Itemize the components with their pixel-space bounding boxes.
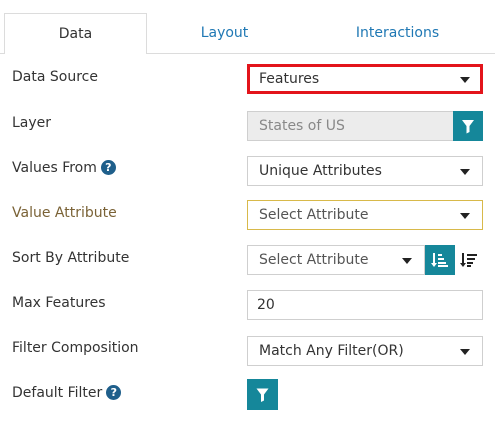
tab-interactions[interactable]: Interactions [305,13,490,53]
layer-filter-button[interactable] [453,111,483,141]
value-attribute-select[interactable]: Select Attribute [247,200,483,230]
values-from-label: Values From? [12,160,116,176]
data-source-label: Data Source [12,69,98,85]
help-circle-icon[interactable]: ? [106,385,122,400]
layer-label: Layer [12,115,52,131]
values-from-value: Unique Attributes [259,163,382,179]
values-from-select[interactable]: Unique Attributes [247,156,483,186]
sort-by-attribute-select[interactable]: Select Attribute [247,245,425,275]
layer-value: States of US [259,118,345,134]
sort-descending-icon [460,253,477,267]
max-features-label: Max Features [12,295,106,311]
caret-down-icon [460,169,470,175]
value-attribute-label: Value Attribute [12,205,117,221]
max-features-input[interactable] [247,290,483,320]
caret-down-icon [460,77,470,83]
funnel-icon [256,388,269,402]
tab-layout[interactable]: Layout [154,13,295,53]
sort-by-attribute-label: Sort By Attribute [12,250,130,266]
sort-by-attribute-placeholder: Select Attribute [259,252,369,268]
filter-composition-label: Filter Composition [12,340,139,356]
default-filter-button[interactable] [247,379,278,410]
caret-down-icon [402,258,412,264]
layer-select: States of US [247,111,455,141]
sort-ascending-icon [431,253,448,267]
default-filter-label-text: Default Filter [12,385,103,401]
values-from-label-text: Values From [12,160,97,176]
settings-tabs: Data Layout Interactions [0,0,495,54]
data-source-value: Features [259,71,320,87]
filter-composition-select[interactable]: Match Any Filter(OR) [247,336,483,366]
sort-ascending-button[interactable] [425,245,455,275]
value-attribute-placeholder: Select Attribute [259,207,369,223]
sort-descending-button[interactable] [456,245,482,275]
tab-data[interactable]: Data [4,13,147,54]
caret-down-icon [460,349,470,355]
data-source-select[interactable]: Features [247,64,483,94]
caret-down-icon [460,213,470,219]
filter-composition-value: Match Any Filter(OR) [259,343,404,359]
help-circle-icon[interactable]: ? [100,160,116,175]
funnel-icon [462,120,474,134]
default-filter-label: Default Filter? [12,385,122,401]
